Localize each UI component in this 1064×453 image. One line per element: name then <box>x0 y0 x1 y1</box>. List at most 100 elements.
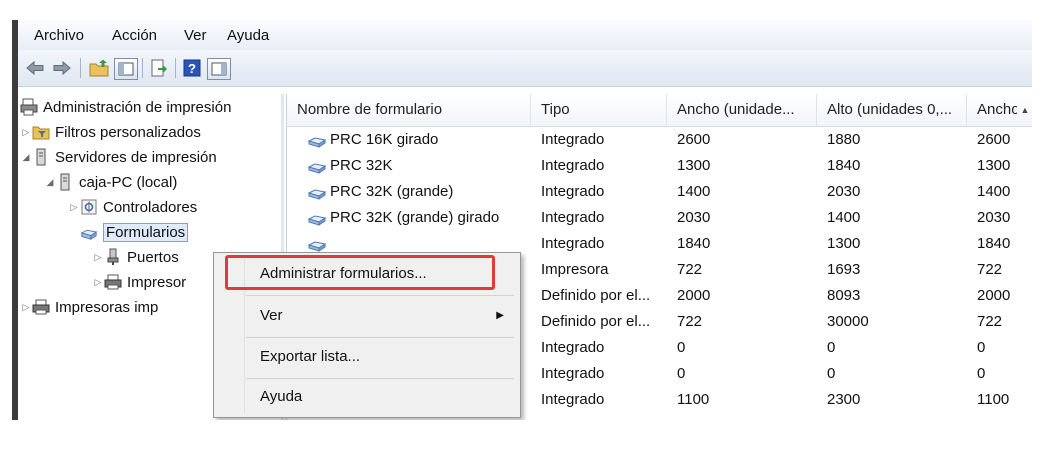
tree-node-filters[interactable]: ▷ Filtros personalizados <box>20 121 201 143</box>
cell-height: 1693 <box>827 261 861 278</box>
tree-node-printers[interactable]: ▷ Impresor <box>92 271 187 293</box>
menu-bar: Archivo Acción Ver Ayuda <box>18 20 1032 50</box>
cell-width: 722 <box>677 313 703 330</box>
cell-height: 2030 <box>827 183 861 200</box>
table-row[interactable]: PRC 32K (grande) Integrado 1400 2030 1400 <box>287 179 1032 205</box>
tree-label-drivers: Controladores <box>103 198 198 216</box>
cell-height: 0 <box>827 339 836 356</box>
menu-accion[interactable]: Acción <box>112 27 157 44</box>
menu-item-help[interactable]: Ayuda <box>260 388 302 405</box>
column-header-name[interactable]: Nombre de formulario <box>287 94 531 126</box>
table-row[interactable]: PRC 32K (grande) girado Integrado 2030 1400… <box>287 205 1032 231</box>
cell-width: 2030 <box>677 209 711 226</box>
printer-icon <box>32 298 50 316</box>
cell-height: 1300 <box>827 235 861 252</box>
cell-width: 1400 <box>677 183 711 200</box>
table-row[interactable]: PRC 32K Integrado 1300 1840 1300 <box>287 153 1032 179</box>
cell-name: PRC 32K (grande) girado <box>307 205 537 231</box>
form-icon <box>307 235 327 253</box>
tree-label-root: Administración de impresión <box>43 98 232 116</box>
tree-label-forms: Formularios <box>103 222 189 242</box>
context-menu-separator <box>246 378 514 379</box>
scroll-up-arrow-icon[interactable]: ▲ <box>1017 94 1032 126</box>
column-header-type[interactable]: Tipo <box>531 94 667 126</box>
back-arrow-icon[interactable] <box>24 58 46 78</box>
cell-width: 1300 <box>677 157 711 174</box>
cell-name: PRC 32K (grande) <box>307 179 537 205</box>
expand-arrow-icon[interactable]: ▷ <box>92 277 104 288</box>
menu-ver[interactable]: Ver <box>184 27 207 44</box>
cell-height: 2300 <box>827 391 861 408</box>
tree-label-ports: Puertos <box>127 248 179 266</box>
svg-text:?: ? <box>188 61 196 76</box>
cell-type: Integrado <box>541 183 605 200</box>
cell-width: 0 <box>677 365 686 382</box>
cell-width: 2000 <box>677 287 711 304</box>
cell-height: 0 <box>827 365 836 382</box>
tree-label-local-server: caja-PC (local) <box>79 173 178 191</box>
toolbar: ? <box>18 50 1032 87</box>
forward-arrow-icon[interactable] <box>51 58 73 78</box>
tree-node-drivers[interactable]: ▷ Controladores <box>68 196 198 218</box>
cell-type: Integrado <box>541 209 605 226</box>
server-icon <box>32 148 50 166</box>
expand-arrow-icon[interactable]: ▷ <box>20 302 32 313</box>
column-header-width[interactable]: Ancho (unidade... <box>667 94 817 126</box>
cell-width-2: 0 <box>977 339 986 356</box>
form-icon <box>307 131 327 149</box>
cell-height: 1880 <box>827 131 861 148</box>
form-name: PRC 32K (grande) <box>330 183 454 200</box>
tree-node-deployed-printers[interactable]: ▷ Impresoras imp <box>20 296 159 318</box>
cell-width-2: 1300 <box>977 157 1011 174</box>
up-folder-icon[interactable] <box>88 58 110 78</box>
tree-node-forms[interactable]: Formularios <box>80 221 189 243</box>
cell-type: Definido por el... <box>541 313 651 330</box>
print-management-window: Archivo Acción Ver Ayuda ? Administració… <box>18 20 1032 420</box>
cell-width-2: 722 <box>977 313 1003 330</box>
cell-type: Integrado <box>541 157 605 174</box>
tree-node-servers[interactable]: ◢ Servidores de impresión <box>20 146 217 168</box>
expand-arrow-icon[interactable]: ▷ <box>68 202 80 213</box>
cell-height: 1840 <box>827 157 861 174</box>
form-icon <box>307 157 327 175</box>
tree-node-ports[interactable]: ▷ Puertos <box>92 246 179 268</box>
cell-type: Integrado <box>541 365 605 382</box>
form-name: PRC 16K girado <box>330 131 439 148</box>
cell-width-2: 2600 <box>977 131 1011 148</box>
collapse-arrow-icon[interactable]: ◢ <box>44 177 56 188</box>
submenu-arrow-icon: ▶ <box>496 310 504 321</box>
export-list-icon[interactable] <box>148 58 170 78</box>
printer-management-icon <box>20 98 38 116</box>
cell-type: Definido por el... <box>541 287 651 304</box>
cell-width-2: 1100 <box>977 391 1010 408</box>
menu-archivo[interactable]: Archivo <box>34 27 84 44</box>
help-icon[interactable]: ? <box>181 58 203 78</box>
show-hide-tree-icon[interactable] <box>114 58 138 80</box>
menu-item-view[interactable]: Ver <box>260 307 283 324</box>
toolbar-separator <box>142 58 143 78</box>
toolbar-separator <box>80 58 81 78</box>
cell-width: 1100 <box>677 391 710 408</box>
tree-node-local-server[interactable]: ◢ caja-PC (local) <box>44 171 177 193</box>
drivers-icon <box>80 198 98 216</box>
tree-label-servers: Servidores de impresión <box>55 148 217 166</box>
cell-width-2: 2030 <box>977 209 1011 226</box>
cell-width-2: 0 <box>977 365 986 382</box>
cell-type: Integrado <box>541 391 605 408</box>
column-header-height[interactable]: Alto (unidades 0,... <box>817 94 967 126</box>
printer-icon <box>104 273 122 291</box>
cell-width-2: 1840 <box>977 235 1011 252</box>
menu-item-export-list[interactable]: Exportar lista... <box>260 348 360 365</box>
collapse-arrow-icon[interactable]: ◢ <box>20 152 32 163</box>
cell-type: Integrado <box>541 339 605 356</box>
cell-width: 1840 <box>677 235 711 252</box>
cell-width: 0 <box>677 339 686 356</box>
forms-icon <box>80 223 98 241</box>
column-header-width-2[interactable]: Ancho <box>967 94 1017 126</box>
menu-ayuda[interactable]: Ayuda <box>227 27 269 44</box>
action-pane-icon[interactable] <box>207 58 231 80</box>
expand-arrow-icon[interactable]: ▷ <box>20 127 32 138</box>
table-row[interactable]: PRC 16K girado Integrado 2600 1880 2600 <box>287 127 1032 153</box>
tree-node-root[interactable]: Administración de impresión <box>20 96 231 118</box>
expand-arrow-icon[interactable]: ▷ <box>92 252 104 263</box>
